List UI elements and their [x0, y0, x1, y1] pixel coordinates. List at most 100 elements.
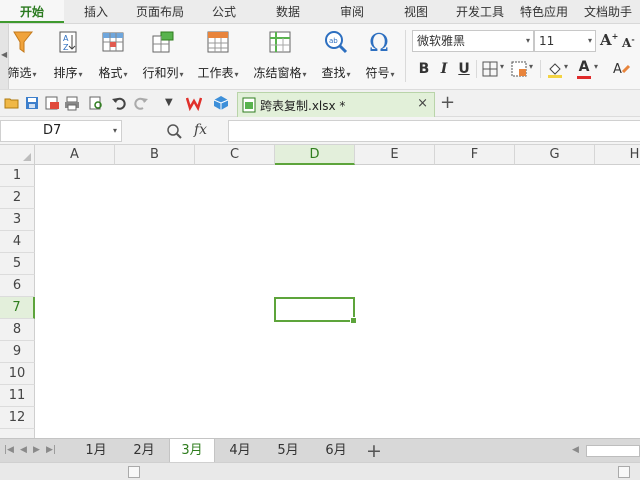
first-sheet-icon[interactable]: |◀ — [4, 445, 14, 455]
row-header-6[interactable]: 6 — [0, 275, 35, 297]
find-button[interactable]: ab 查找▾ — [316, 28, 356, 84]
view-toggle-icon[interactable] — [618, 466, 630, 478]
formula-input[interactable] — [228, 120, 640, 142]
sheet-tab-jan[interactable]: 1月 — [73, 439, 119, 463]
font-size-select[interactable]: 11 ▾ — [534, 30, 596, 52]
chevron-down-icon: ▾ — [587, 36, 592, 45]
italic-button[interactable]: I — [434, 58, 454, 80]
chevron-down-icon[interactable]: ▾ — [594, 62, 598, 71]
prev-sheet-icon[interactable]: ◀ — [20, 445, 27, 455]
row-header-7[interactable]: 7 — [0, 297, 35, 319]
column-header-c[interactable]: C — [195, 145, 275, 165]
tab-page-layout[interactable]: 页面布局 — [128, 0, 192, 23]
cell-reference: D7 — [43, 123, 62, 138]
tab-developer[interactable]: 开发工具 — [448, 0, 512, 23]
undo-icon[interactable] — [111, 95, 127, 111]
column-header-d[interactable]: D — [275, 145, 355, 165]
clear-format-icon[interactable]: A — [612, 60, 632, 78]
tab-home[interactable]: 开始 — [0, 0, 64, 23]
row-header-11[interactable]: 11 — [0, 385, 35, 407]
column-header-h[interactable]: H — [595, 145, 640, 165]
print-preview-icon[interactable] — [88, 95, 104, 111]
row-header-10[interactable]: 10 — [0, 363, 35, 385]
chevron-down-icon[interactable]: ▾ — [529, 62, 533, 71]
row-header-1[interactable]: 1 — [0, 165, 35, 187]
spreadsheet-grid[interactable]: A B C D E F G H 1 2 3 4 5 6 7 8 9 10 11 … — [0, 145, 640, 438]
tab-review[interactable]: 审阅 — [320, 0, 384, 23]
next-sheet-icon[interactable]: ▶ — [33, 445, 40, 455]
column-header-e[interactable]: E — [355, 145, 435, 165]
tab-formulas[interactable]: 公式 — [192, 0, 256, 23]
column-header-a[interactable]: A — [35, 145, 115, 165]
tab-data[interactable]: 数据 — [256, 0, 320, 23]
wps-logo-icon[interactable] — [186, 95, 202, 111]
spreadsheet-app: 开始 插入 页面布局 公式 数据 审阅 视图 开发工具 特色应用 文档助手 ◀ … — [0, 0, 640, 480]
format-button[interactable]: 格式▾ — [92, 28, 134, 84]
rows-columns-button[interactable]: 行和列▾ — [137, 28, 189, 84]
font-color-button[interactable]: A — [576, 58, 592, 80]
borders-icon[interactable] — [481, 60, 499, 78]
freeze-panes-button[interactable]: 冻结窗格▾ — [248, 28, 312, 84]
symbol-label: 符号 — [365, 66, 390, 80]
sheet-tab-apr[interactable]: 4月 — [217, 439, 263, 463]
tab-insert[interactable]: 插入 — [64, 0, 128, 23]
chevron-down-icon[interactable]: ▼ — [165, 97, 173, 108]
document-tab[interactable]: 跨表复制.xlsx * × — [237, 92, 435, 117]
filter-button[interactable]: 筛选▾ — [4, 28, 40, 84]
close-icon[interactable]: × — [417, 96, 428, 111]
column-header-b[interactable]: B — [115, 145, 195, 165]
row-header-2[interactable]: 2 — [0, 187, 35, 209]
tab-view[interactable]: 视图 — [384, 0, 448, 23]
open-folder-icon[interactable] — [4, 95, 20, 111]
tab-special-apps[interactable]: 特色应用 — [512, 0, 576, 23]
worksheet-button[interactable]: 工作表▾ — [193, 28, 243, 84]
row-header-9[interactable]: 9 — [0, 341, 35, 363]
format-separator — [540, 60, 541, 78]
row-header-12[interactable]: 12 — [0, 407, 35, 429]
horizontal-scrollbar[interactable] — [586, 445, 640, 457]
view-toggle-icon[interactable] — [128, 466, 140, 478]
sort-button[interactable]: A Z 排序▾ — [46, 28, 90, 84]
column-header-f[interactable]: F — [435, 145, 515, 165]
sheet-tab-mar[interactable]: 3月 — [169, 439, 215, 463]
sheet-tab-jun[interactable]: 6月 — [313, 439, 359, 463]
chevron-down-icon: ▾ — [78, 70, 83, 79]
shrink-font-button[interactable]: A- — [622, 34, 635, 50]
redo-icon[interactable] — [133, 95, 149, 111]
column-header-g[interactable]: G — [515, 145, 595, 165]
format-separator — [476, 60, 477, 78]
last-sheet-icon[interactable]: ▶| — [46, 445, 56, 455]
add-sheet-button[interactable]: + — [366, 439, 382, 463]
sheet-tab-may[interactable]: 5月 — [265, 439, 311, 463]
scroll-left-icon[interactable]: ◀ — [572, 445, 579, 455]
row-header-5[interactable]: 5 — [0, 253, 35, 275]
row-header-3[interactable]: 3 — [0, 209, 35, 231]
row-header-4[interactable]: 4 — [0, 231, 35, 253]
cloud-cube-icon[interactable] — [213, 95, 229, 111]
chevron-down-icon: ▾ — [123, 70, 128, 79]
export-pdf-icon[interactable] — [44, 95, 60, 111]
zoom-icon[interactable] — [166, 123, 182, 139]
name-box[interactable]: D7 ▾ — [0, 120, 122, 142]
font-color-letter: A — [578, 59, 590, 75]
insert-function-button[interactable]: fx — [194, 122, 207, 138]
chevron-down-icon[interactable]: ▾ — [500, 62, 504, 71]
cell-style-icon[interactable] — [510, 60, 528, 78]
save-icon[interactable] — [24, 95, 40, 111]
underline-button[interactable]: U — [454, 58, 474, 80]
new-tab-button[interactable]: + — [440, 92, 455, 113]
print-icon[interactable] — [64, 95, 80, 111]
symbol-button[interactable]: Ω 符号▾ — [360, 28, 400, 84]
tab-doc-assistant[interactable]: 文档助手 — [576, 0, 640, 23]
grow-font-button[interactable]: A+ — [600, 31, 618, 49]
fill-color-icon[interactable] — [546, 60, 564, 78]
font-name-select[interactable]: 微软雅黑 ▾ — [412, 30, 534, 52]
active-cell-selection[interactable] — [274, 297, 357, 324]
bold-button[interactable]: B — [414, 58, 434, 80]
sheet-tab-bar: |◀ ◀ ▶ ▶| 1月 2月 3月 4月 5月 6月 + ◀ — [0, 438, 640, 463]
sheet-tab-feb[interactable]: 2月 — [121, 439, 167, 463]
chevron-down-icon[interactable]: ▾ — [564, 62, 568, 71]
row-header-8[interactable]: 8 — [0, 319, 35, 341]
select-all-corner[interactable] — [0, 145, 35, 165]
row-header-13[interactable] — [0, 429, 35, 438]
